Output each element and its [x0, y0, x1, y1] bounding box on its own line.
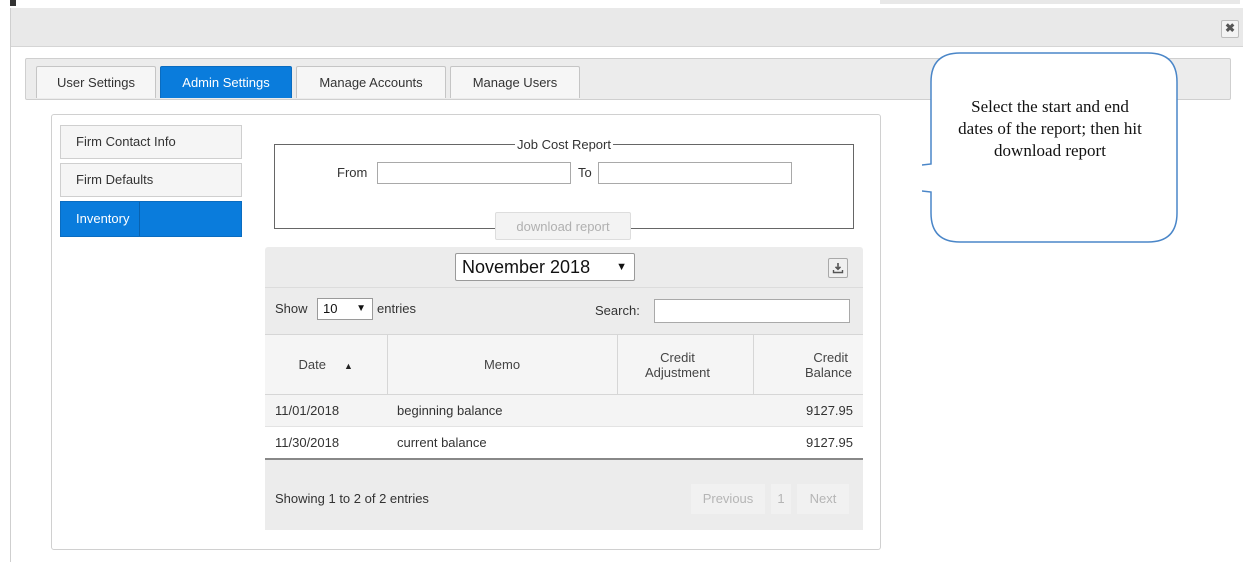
cell-date: 11/30/2018: [265, 426, 387, 460]
entries-per-page-select[interactable]: 10 ▼: [317, 298, 373, 320]
column-header-label: Balance: [805, 364, 852, 380]
sidebar-item-firm-defaults[interactable]: Firm Defaults: [60, 163, 242, 197]
column-header-label: Adjustment: [644, 364, 711, 380]
dialog-titlebar: ✖: [11, 8, 1243, 47]
caret-down-icon: ▼: [356, 303, 366, 314]
column-header-date[interactable]: Date ▲: [265, 334, 388, 395]
sidebar-item-label: Firm Contact Info: [76, 134, 176, 149]
search-input[interactable]: [654, 299, 850, 323]
column-header-credit-balance[interactable]: Credit Balance: [753, 334, 863, 395]
column-header-label: Date: [298, 357, 327, 372]
sidebar-item-label: Firm Defaults: [76, 172, 154, 187]
sort-asc-icon: ▲: [344, 361, 353, 371]
pagination-previous[interactable]: Previous: [691, 484, 765, 514]
cell-memo: current balance: [387, 426, 617, 460]
cell-balance: 9127.95: [753, 426, 863, 460]
table-info: Showing 1 to 2 of 2 entries: [275, 491, 429, 506]
callout-text: Select the start and end dates of the re…: [958, 97, 1142, 160]
to-date-input[interactable]: [598, 162, 792, 184]
entries-per-page-value: 10: [323, 301, 338, 316]
entries-table: Date ▲ Memo Credit Adjustment Credit Bal…: [265, 334, 863, 460]
search-label: Search:: [595, 303, 640, 318]
pagination-next[interactable]: Next: [797, 484, 849, 514]
table-header-row: Date ▲ Memo Credit Adjustment Credit Bal…: [265, 334, 863, 395]
from-date-input[interactable]: [377, 162, 571, 184]
sidebar-item-label: Inventory: [76, 202, 141, 236]
cell-memo: beginning balance: [387, 394, 617, 427]
cell-adjustment: [617, 426, 753, 460]
close-icon[interactable]: ✖: [1221, 20, 1239, 38]
tab-admin-settings[interactable]: Admin Settings: [160, 66, 292, 98]
entries-label: entries: [377, 301, 417, 316]
inventory-report: November 2018 ▼ Show 10 ▼ entries Search…: [265, 247, 863, 530]
cell-date: 11/01/2018: [265, 394, 387, 427]
column-header-label: Credit: [660, 349, 695, 365]
caret-down-icon: ▼: [616, 261, 627, 273]
tab-manage-accounts[interactable]: Manage Accounts: [296, 66, 446, 98]
tab-user-settings[interactable]: User Settings: [36, 66, 156, 98]
column-header-label: Memo: [483, 357, 521, 372]
pagination-page-1[interactable]: 1: [771, 484, 791, 514]
month-select[interactable]: November 2018 ▼: [455, 253, 635, 281]
table-row: 11/30/2018 current balance 9127.95: [265, 426, 863, 460]
edge-faint-strip: [880, 0, 1240, 4]
admin-settings-panel: Firm Contact Info Firm Defaults Inventor…: [51, 114, 881, 550]
download-icon[interactable]: [828, 258, 848, 278]
sidebar-item-inventory[interactable]: Inventory: [60, 201, 242, 237]
column-header-credit-adjustment[interactable]: Credit Adjustment: [617, 334, 754, 395]
column-header-memo[interactable]: Memo: [387, 334, 618, 395]
cell-adjustment: [617, 394, 753, 427]
from-label: From: [337, 165, 368, 180]
page-top-edge: [0, 0, 1243, 8]
edge-fragment: [10, 0, 16, 6]
tab-manage-users[interactable]: Manage Users: [450, 66, 580, 98]
job-cost-report-fieldset: Job Cost Report From To download report: [274, 137, 854, 240]
table-row: 11/01/2018 beginning balance 9127.95: [265, 394, 863, 427]
download-report-button[interactable]: download report: [495, 212, 631, 240]
show-label: Show: [275, 301, 308, 316]
to-label: To: [578, 165, 592, 180]
job-cost-report-legend: Job Cost Report: [517, 137, 611, 152]
column-header-label: Credit: [813, 349, 848, 365]
month-select-value: November 2018: [462, 257, 591, 277]
sidebar-item-firm-contact-info[interactable]: Firm Contact Info: [60, 125, 242, 159]
entries-table-wrapper: Show 10 ▼ entries Search: Date ▲ Memo Cr…: [265, 287, 863, 530]
cell-balance: 9127.95: [753, 394, 863, 427]
